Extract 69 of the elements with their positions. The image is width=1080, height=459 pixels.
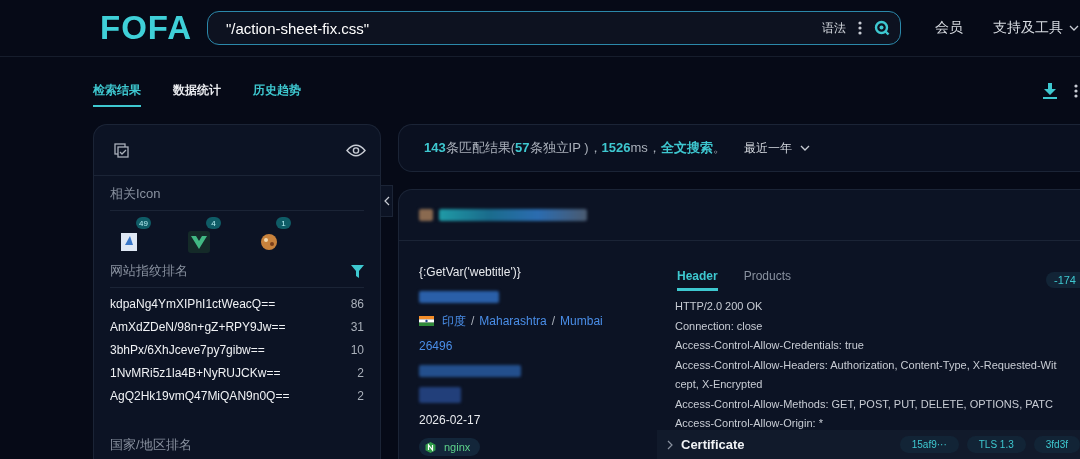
count-badge: 4 (206, 217, 221, 229)
web-title: {:GetVar('webtitle')} (419, 264, 522, 282)
result-summary: 143条匹配结果(57条独立IP )，1526ms，全文搜索。 (424, 139, 726, 157)
detail-tab[interactable]: Products (743, 269, 792, 291)
checkbox-copy-icon[interactable] (114, 142, 129, 158)
filter-icon[interactable] (351, 264, 364, 278)
tab[interactable]: 检索结果 (93, 74, 141, 107)
fingerprint-count: 2 (357, 388, 364, 403)
cookie-icon (258, 231, 280, 253)
separator: / (471, 314, 475, 329)
download-icon[interactable] (1042, 82, 1058, 99)
count-badge: 49 (136, 217, 151, 229)
v-logo-icon (188, 231, 210, 253)
location-link[interactable]: 印度 (442, 313, 466, 330)
document-icon (118, 231, 140, 253)
fingerprint-count: 10 (350, 342, 364, 357)
detail-tab[interactable]: Header (677, 269, 718, 291)
badge: -174 (1045, 272, 1080, 288)
more-icon[interactable] (858, 21, 862, 35)
search-icon[interactable] (874, 20, 890, 36)
collapse-handle[interactable] (381, 185, 393, 217)
n-logo-icon (425, 441, 436, 453)
fingerprint-link[interactable]: kdpaNg4YmXIPhI1ctWeacQ== (110, 296, 276, 311)
separator: / (551, 314, 556, 329)
asn-link[interactable]: 26496 (419, 339, 453, 354)
section-title: 相关Icon (110, 185, 161, 203)
header-line: cept, X-Encrypted (675, 377, 764, 392)
location-link[interactable]: Maharashtra (479, 314, 547, 329)
header-line: Access-Control-Allow-Methods: GET, POST, PUT, DELETE, OPTIONS, PATC (675, 396, 1054, 412)
fingerprint-link[interactable]: AgQ2Hk19vmQ47MiQAN9n0Q== (110, 388, 290, 403)
more-icon[interactable] (1074, 83, 1078, 98)
section-title: 国家/地区排名 (110, 436, 192, 454)
date-text: 2026-02-17 (419, 411, 482, 429)
redacted-block (419, 387, 461, 404)
fingerprint-count: 86 (350, 296, 364, 311)
header-line: Connection: close (675, 318, 764, 334)
certificate-row[interactable]: Certificate 15af9··· TLS 1.3 3fd3f (657, 430, 1080, 459)
fingerprint-count: 31 (350, 319, 364, 334)
time-range-dropdown[interactable]: 最近一年 (743, 139, 792, 157)
nav-link[interactable]: 会员 (935, 19, 963, 37)
server-tag[interactable]: nginx (419, 438, 481, 457)
chevron-down-icon[interactable] (1069, 25, 1079, 31)
fingerprint-link[interactable]: 3bhPx/6XhJceve7py7gibw== (110, 342, 265, 357)
certificate-title: Certificate (681, 437, 745, 452)
chevron-down-icon[interactable] (799, 145, 810, 151)
logo[interactable]: FOFA (100, 9, 207, 47)
chevron-right-icon[interactable] (667, 439, 673, 450)
certificate-tag: 3fd3f (1033, 436, 1080, 453)
syntax-link[interactable]: 语法 (822, 19, 846, 37)
fingerprint-link[interactable]: 1NvMRi5z1la4B+NyRUJCKw== (110, 365, 281, 380)
fingerprint-count: 2 (357, 365, 364, 380)
location-link[interactable]: Mumbai (560, 314, 603, 329)
certificate-tag: TLS 1.3 (966, 436, 1026, 453)
fingerprint-link[interactable]: AmXdZDeN/98n+gZ+RPY9Jw== (110, 319, 286, 334)
header-line: Access-Control-Allow-Credentials: true (675, 338, 865, 353)
nav-link[interactable]: 支持及工具 (993, 19, 1063, 37)
section-title: 网站指纹排名 (110, 262, 188, 280)
redacted-block (419, 209, 433, 221)
search-field[interactable]: "/action-sheet-fix.css" 语法 (207, 11, 901, 45)
eye-icon[interactable] (346, 143, 366, 157)
header-line: HTTP/2.0 200 OK (675, 299, 764, 314)
certificate-tag: 15af9··· (899, 436, 959, 453)
tab[interactable]: 历史趋势 (253, 74, 301, 107)
tab[interactable]: 数据统计 (173, 74, 221, 107)
header-line: Access-Control-Allow-Headers: Authorization, Content-Type, X-Requested-Wit (675, 357, 1058, 373)
header-line: Access-Control-Allow-Origin: * (675, 416, 824, 430)
chevron-left-icon[interactable] (383, 196, 390, 206)
count-badge: 1 (276, 217, 291, 229)
flag-icon (419, 316, 434, 327)
